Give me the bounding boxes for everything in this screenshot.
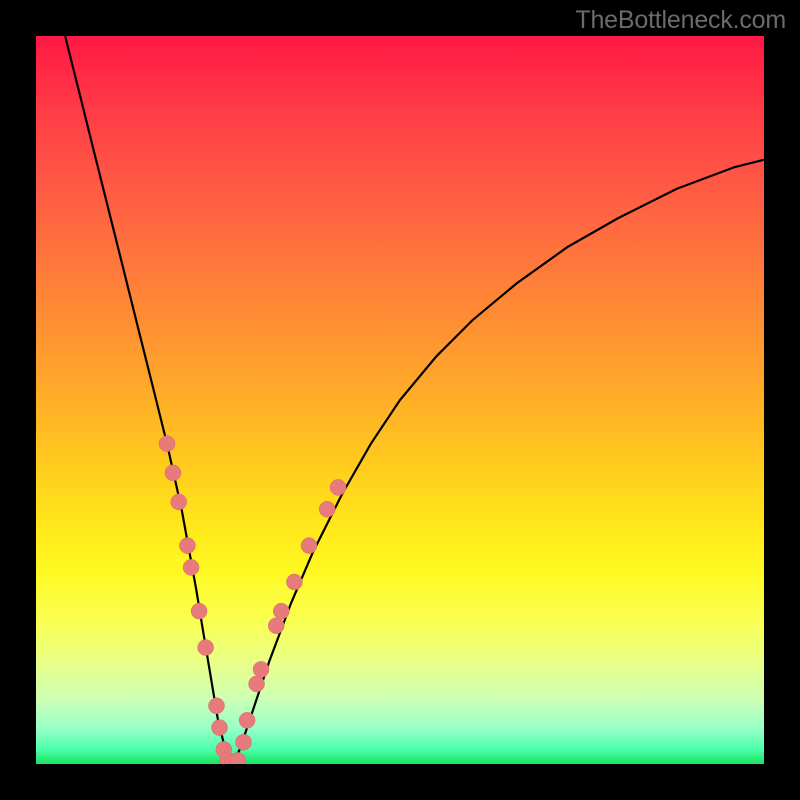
data-dot [171, 494, 187, 510]
data-dot [268, 618, 284, 634]
data-dot [286, 574, 302, 590]
data-dots-group [159, 436, 346, 764]
bottleneck-curve [65, 36, 764, 764]
data-dot [330, 479, 346, 495]
data-dot [249, 676, 265, 692]
plot-area [36, 36, 764, 764]
chart-frame: TheBottleneck.com [0, 0, 800, 800]
data-dot [191, 603, 207, 619]
data-dot [212, 720, 228, 736]
data-dot [301, 538, 317, 554]
data-dot [239, 712, 255, 728]
data-dot [165, 465, 181, 481]
data-dot [319, 501, 335, 517]
data-dot [183, 559, 199, 575]
chart-svg [36, 36, 764, 764]
data-dot [198, 640, 214, 656]
data-dot [209, 698, 225, 714]
data-dot [273, 603, 289, 619]
data-dot [159, 436, 175, 452]
watermark-text: TheBottleneck.com [575, 6, 786, 35]
data-dot [179, 538, 195, 554]
data-dot [253, 661, 269, 677]
data-dot [236, 734, 252, 750]
